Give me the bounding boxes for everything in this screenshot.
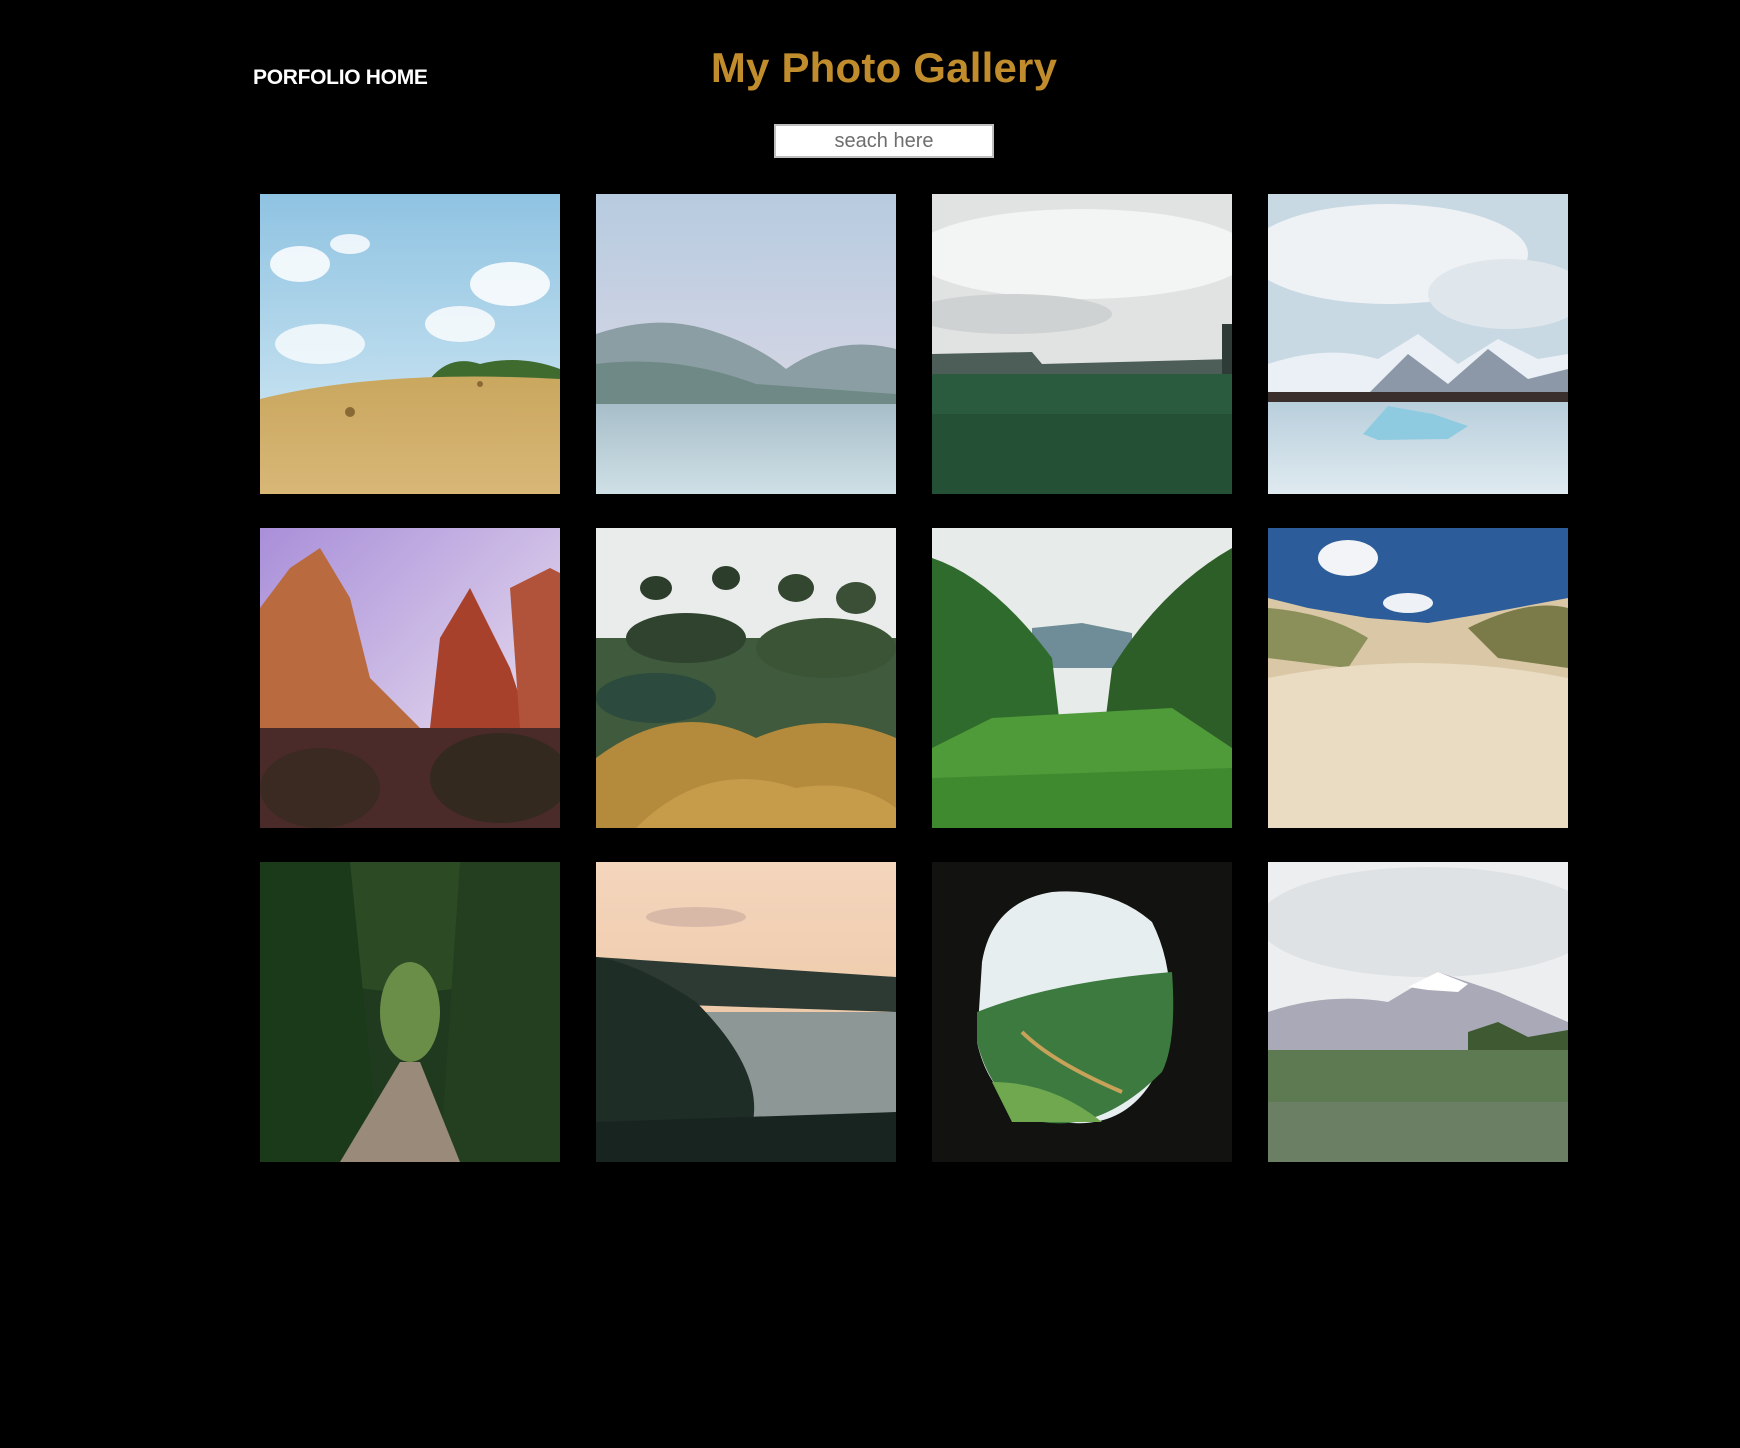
photo-mountain-meadow (1268, 862, 1568, 1162)
gallery-photo[interactable] (596, 862, 896, 1162)
photo-sand-dunes (1268, 528, 1568, 828)
gallery-photo[interactable] (260, 194, 560, 494)
photo-tree-tunnel (260, 862, 560, 1162)
gallery-photo[interactable] (932, 862, 1232, 1162)
page-title: My Photo Gallery (710, 44, 1058, 91)
photo-glacier-lagoon (1268, 194, 1568, 494)
photo-green-valley (932, 528, 1232, 828)
search-input[interactable] (774, 124, 994, 158)
photo-garden-pines (596, 528, 896, 828)
photo-sunset-coast (596, 862, 896, 1162)
photo-lake (596, 194, 896, 494)
gallery-photo[interactable] (596, 528, 896, 828)
gallery-photo[interactable] (1268, 528, 1568, 828)
photo-wheat-field (260, 194, 560, 494)
gallery-photo[interactable] (260, 528, 560, 828)
gallery-photo[interactable] (596, 194, 896, 494)
gallery-photo[interactable] (932, 528, 1232, 828)
gallery-photo[interactable] (1268, 194, 1568, 494)
photo-red-rock-canyon (260, 528, 560, 828)
gallery-photo[interactable] (260, 862, 560, 1162)
gallery-photo[interactable] (932, 194, 1232, 494)
photo-green-meadow (932, 194, 1232, 494)
gallery-photo[interactable] (1268, 862, 1568, 1162)
photo-cave-view (932, 862, 1232, 1162)
photo-gallery (260, 194, 1568, 1162)
